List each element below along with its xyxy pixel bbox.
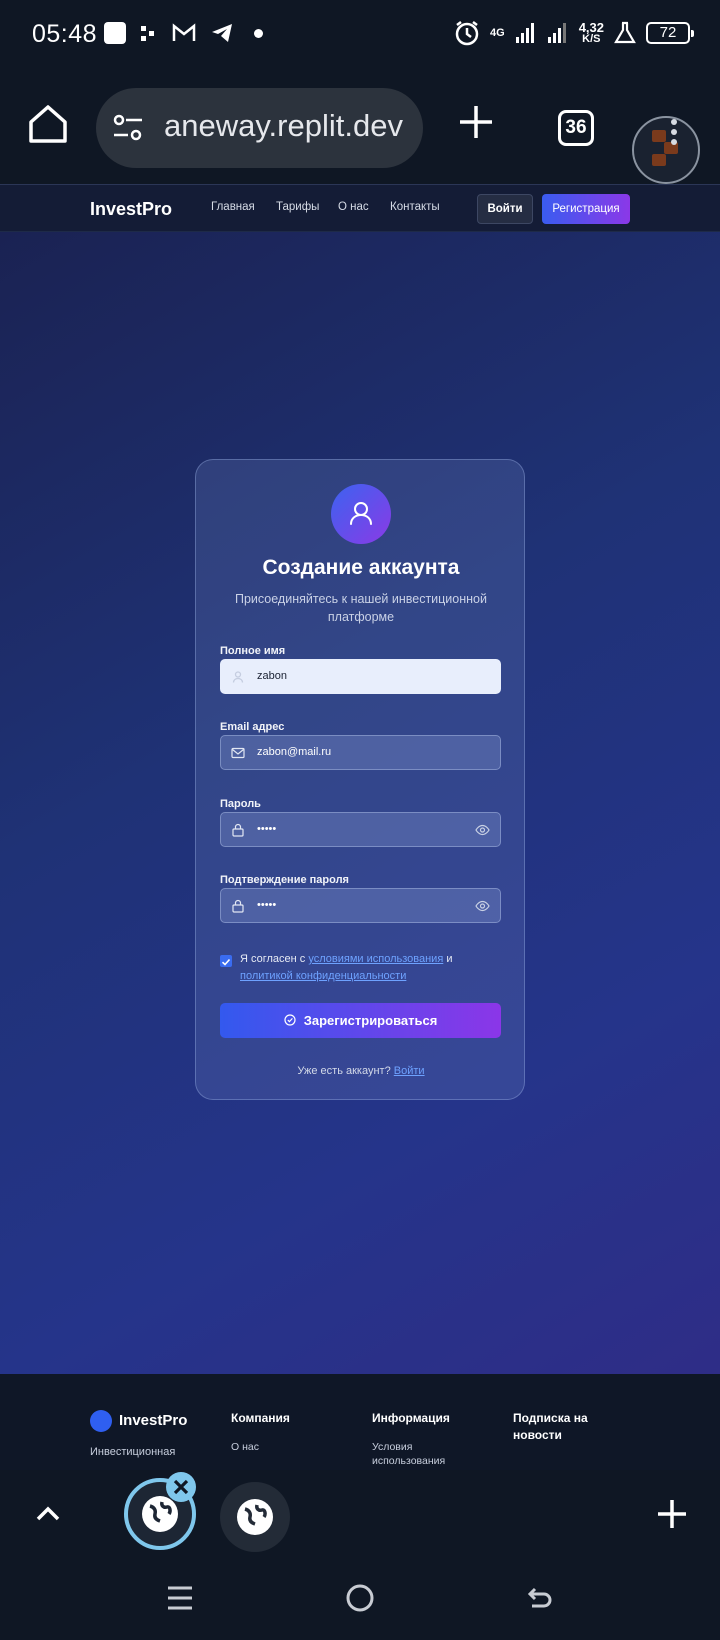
footer-terms-line-1: Условия	[372, 1441, 413, 1453]
login-link[interactable]: Войти	[394, 1065, 425, 1077]
login-prompt: Уже есть аккаунт? Войти	[196, 1065, 526, 1077]
signal-icon	[515, 23, 534, 43]
agree-prefix: Я согласен с	[240, 953, 306, 965]
nav-link-about[interactable]: О нас	[338, 201, 369, 213]
email-label: Email адрес	[220, 721, 285, 733]
site-footer: InvestPro Инвестиционная Компания О нас …	[0, 1374, 720, 1470]
footer-logo-icon	[90, 1410, 112, 1432]
nav-register-button[interactable]: Регистрация	[542, 194, 630, 224]
site-logo[interactable]: InvestPro	[90, 199, 172, 220]
login-prompt-text: Уже есть аккаунт?	[297, 1065, 391, 1077]
footer-company-about-link[interactable]: О нас	[231, 1440, 259, 1454]
eye-icon[interactable]	[475, 899, 490, 913]
footer-subscribe-line-2: новости	[513, 1428, 562, 1442]
telegram-icon	[212, 24, 232, 42]
form-subtitle: Присоединяйтесь к нашей инвестиционной п…	[234, 592, 487, 624]
email-input[interactable]: zabon@mail.ru	[220, 735, 501, 770]
system-nav-bar	[0, 1560, 720, 1640]
lock-icon	[232, 823, 244, 837]
footer-subscribe-heading: Подписка на новости	[513, 1410, 588, 1444]
email-value: zabon@mail.ru	[257, 746, 332, 758]
full-name-label: Полное имя	[220, 645, 286, 657]
full-name-input[interactable]: zabon	[220, 659, 501, 694]
address-bar[interactable]: aneway.replit.dev	[96, 88, 423, 168]
footer-brand: InvestPro	[119, 1412, 188, 1429]
agree-and: и	[446, 953, 453, 965]
status-bar: 05:48 4G 4,32 K/S 72	[0, 0, 720, 72]
nav-link-contacts[interactable]: Контакты	[390, 201, 440, 213]
footer-terms-link[interactable]: Условия использования	[372, 1440, 445, 1468]
full-name-value: zabon	[257, 670, 287, 682]
tab-inactive[interactable]	[220, 1482, 290, 1552]
globe-icon	[237, 1499, 273, 1535]
system-icons: 4G 4,32 K/S 72	[454, 20, 694, 46]
register-submit-button[interactable]: Зарегистрироваться	[220, 1003, 501, 1038]
confirm-password-label: Подтверждение пароля	[220, 874, 349, 886]
close-tab-icon[interactable]	[166, 1472, 196, 1502]
footer-info-heading: Информация	[372, 1411, 450, 1425]
app-notification-icon	[104, 22, 126, 44]
home-nav-icon[interactable]	[344, 1582, 376, 1614]
user-avatar	[331, 484, 391, 544]
eye-icon[interactable]	[475, 823, 490, 837]
nav-login-button[interactable]: Войти	[477, 194, 533, 224]
notification-icons	[104, 22, 263, 44]
back-icon[interactable]	[524, 1582, 554, 1612]
chevron-up-icon[interactable]	[34, 1500, 62, 1528]
check-circle-icon	[284, 1014, 296, 1026]
status-time: 05:48	[32, 20, 98, 48]
profile-avatar-icon	[652, 119, 678, 166]
nav-link-home[interactable]: Главная	[211, 201, 255, 213]
add-tab-icon[interactable]	[656, 1498, 688, 1530]
agree-checkbox[interactable]	[220, 955, 232, 967]
password-label: Пароль	[220, 798, 261, 810]
recents-icon[interactable]	[166, 1584, 194, 1612]
footer-subscribe-line-1: Подписка на	[513, 1411, 588, 1425]
profile-button[interactable]	[632, 116, 700, 184]
lock-icon	[232, 899, 244, 913]
net-speed-unit: K/S	[582, 33, 601, 45]
register-card: Создание аккаунта Присоединяйтесь к наше…	[195, 459, 525, 1100]
dots-icon	[141, 26, 154, 41]
site-settings-icon[interactable]	[112, 112, 144, 144]
gmail-icon	[172, 23, 196, 41]
url-text: aneway.replit.dev	[164, 108, 403, 143]
check-icon	[221, 958, 231, 966]
confirm-password-value: •••••	[257, 899, 277, 911]
form-title: Создание аккаунта	[262, 556, 460, 579]
user-icon	[350, 502, 372, 525]
tabs-count-button[interactable]: 36	[558, 110, 594, 146]
password-input[interactable]: •••••	[220, 812, 501, 847]
new-tab-icon[interactable]	[456, 102, 496, 142]
alarm-icon	[455, 21, 479, 46]
register-submit-label: Зарегистрироваться	[303, 1013, 438, 1028]
footer-company-heading: Компания	[231, 1411, 290, 1425]
confirm-password-input[interactable]: •••••	[220, 888, 501, 923]
home-icon[interactable]	[26, 102, 70, 146]
footer-terms-line-2: использования	[372, 1455, 446, 1467]
flask-icon	[614, 21, 636, 44]
user-icon	[232, 671, 244, 683]
browser-toolbar: aneway.replit.dev 36	[0, 72, 720, 184]
network-type: 4G	[490, 26, 505, 39]
terms-link[interactable]: условиями использования	[308, 953, 443, 965]
mail-icon	[231, 747, 245, 759]
more-notifications-dot	[254, 28, 263, 38]
battery-indicator: 72	[646, 22, 694, 44]
agree-text: Я согласен с условиями использования и п…	[240, 951, 490, 985]
net-speed: 4,32 K/S	[579, 21, 604, 45]
globe-shape	[244, 1504, 267, 1526]
close-icon	[173, 1479, 189, 1495]
footer-description: Инвестиционная	[90, 1446, 176, 1458]
web-page: InvestPro Главная Тарифы О нас Контакты …	[0, 184, 720, 1470]
privacy-link[interactable]: политикой конфиденциальности	[240, 970, 406, 982]
site-navbar: InvestPro Главная Тарифы О нас Контакты …	[0, 184, 720, 232]
password-value: •••••	[257, 823, 277, 835]
nav-link-pricing[interactable]: Тарифы	[276, 201, 319, 213]
signal-2-icon	[547, 23, 566, 43]
tab-strip	[0, 1470, 720, 1560]
